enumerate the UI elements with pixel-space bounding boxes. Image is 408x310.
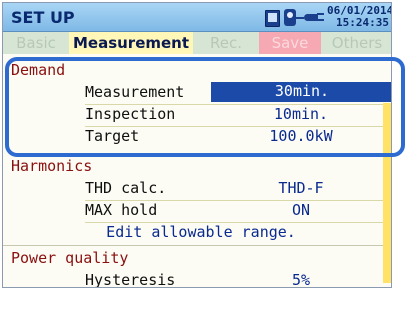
setting-label: THD calc. [85,179,167,197]
setting-row-thd-calc[interactable]: THD calc. THD-F [11,179,391,201]
edit-range-row[interactable]: Edit allowable range. [11,223,391,243]
title-bar: SET UP 06/01/2014 15:24:35 [3,3,391,32]
setting-label: MAX hold [85,201,158,219]
setting-value[interactable]: 5% [211,271,391,287]
page-title: SET UP [11,8,75,27]
tab-rec[interactable]: Rec. [195,32,257,54]
setting-row-max-hold[interactable]: MAX hold ON [11,201,391,223]
setting-label: Hysteresis [85,271,176,288]
setting-value[interactable]: ON [211,201,391,219]
demand-highlight-frame [5,57,405,157]
divider [3,245,391,246]
usb-icon [284,9,296,26]
tab-measurement[interactable]: Measurement [69,32,193,54]
section-power-quality: Power quality [11,249,129,267]
setting-row-hysteresis[interactable]: Hysteresis 5% [11,271,391,288]
tab-bar: Basic Measurement Rec. Save Others [3,32,391,54]
tab-save[interactable]: Save [259,32,321,54]
datetime: 06/01/2014 15:24:35 [327,5,391,29]
sd-card-icon [265,10,280,27]
setting-value[interactable]: THD-F [211,179,391,197]
tab-others[interactable]: Others [323,32,391,54]
tab-basic[interactable]: Basic [5,32,67,54]
edit-allowable-range-link[interactable]: Edit allowable range. [11,223,391,241]
power-plug-icon [296,13,324,21]
time: 15:24:35 [336,16,389,29]
section-harmonics: Harmonics [11,157,93,175]
